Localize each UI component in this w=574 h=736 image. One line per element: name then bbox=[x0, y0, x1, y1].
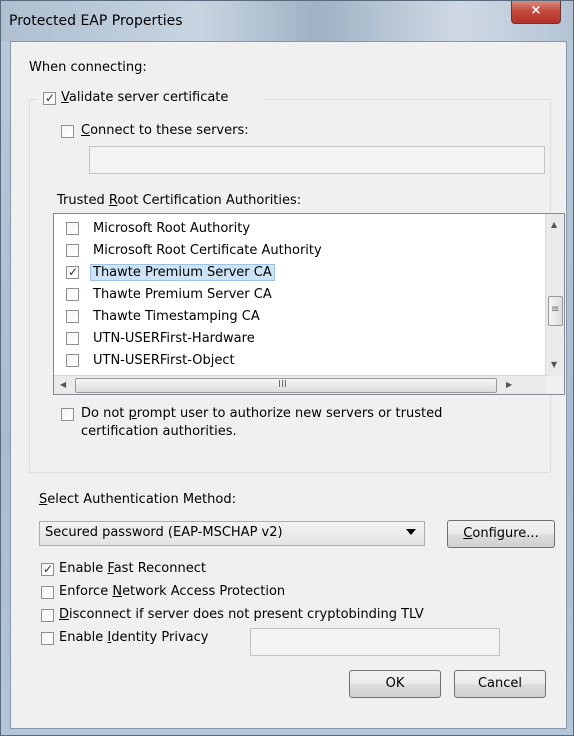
dialog-title: Protected EAP Properties bbox=[9, 13, 183, 29]
scroll-left-icon[interactable]: ◀ bbox=[60, 380, 66, 389]
validate-cert-label: Validate server certificate bbox=[61, 90, 229, 105]
checkmark-icon: ✓ bbox=[68, 265, 79, 279]
no-prompt-label-line2: certification authorities. bbox=[81, 424, 237, 439]
close-button[interactable]: × bbox=[511, 1, 561, 24]
no-prompt-checkbox[interactable] bbox=[61, 408, 74, 421]
nap-option[interactable]: Enforce Network Access Protection bbox=[39, 583, 339, 603]
close-icon: × bbox=[530, 3, 542, 18]
checkmark-icon: ✓ bbox=[43, 562, 54, 576]
list-item-checkbox[interactable] bbox=[66, 354, 79, 367]
list-item-checkbox[interactable] bbox=[66, 310, 79, 323]
list-item[interactable]: Thawte Premium Server CA bbox=[54, 284, 524, 306]
configure-button[interactable]: Configure... bbox=[447, 520, 555, 548]
ok-button[interactable]: OK bbox=[349, 670, 441, 698]
list-item-checkbox[interactable] bbox=[66, 288, 79, 301]
list-item-checkbox[interactable] bbox=[66, 244, 79, 257]
scroll-right-icon[interactable]: ▶ bbox=[506, 380, 512, 389]
grip-icon: ≡ bbox=[551, 304, 560, 315]
list-item-label: Microsoft Root Certificate Authority bbox=[93, 243, 322, 258]
validate-cert-checkbox[interactable]: ✓ bbox=[43, 91, 56, 105]
cancel-button[interactable]: Cancel bbox=[454, 670, 546, 698]
identity-privacy-checkbox[interactable] bbox=[41, 632, 54, 645]
identity-privacy-option[interactable]: Enable Identity Privacy bbox=[39, 629, 239, 649]
horizontal-scroll-thumb[interactable]: III bbox=[75, 378, 497, 393]
list-item[interactable]: ✓ Thawte Premium Server CA bbox=[54, 262, 524, 284]
scroll-down-icon[interactable]: ▼ bbox=[551, 360, 557, 369]
dialog-window: Protected EAP Properties × When connecti… bbox=[0, 0, 574, 736]
identity-privacy-input[interactable] bbox=[250, 628, 500, 656]
vertical-scrollbar[interactable]: ▲ ≡ ▼ bbox=[545, 214, 564, 376]
connect-servers-label: Connect to these servers: bbox=[81, 123, 249, 138]
list-item[interactable]: UTN-USERFirst-Object bbox=[54, 350, 524, 372]
scrollbar-corner bbox=[546, 376, 564, 394]
list-item-label: UTN-USERFirst-Hardware bbox=[93, 331, 255, 346]
identity-privacy-label: Enable Identity Privacy bbox=[59, 630, 209, 645]
auth-method-select[interactable]: Secured password (EAP-MSCHAP v2) bbox=[39, 521, 425, 546]
connect-servers-option[interactable]: Connect to these servers: bbox=[57, 122, 317, 142]
list-item-checkbox[interactable]: ✓ bbox=[66, 265, 79, 279]
checkmark-icon: ✓ bbox=[45, 91, 56, 105]
fast-reconnect-option[interactable]: ✓ Enable Fast Reconnect bbox=[39, 560, 259, 580]
validate-cert-option[interactable]: ✓ Validate server certificate bbox=[37, 89, 263, 109]
cryptobinding-option[interactable]: Disconnect if server does not present cr… bbox=[39, 606, 499, 626]
cryptobinding-label: Disconnect if server does not present cr… bbox=[59, 607, 424, 622]
chevron-down-icon bbox=[406, 529, 416, 535]
scroll-up-icon[interactable]: ▲ bbox=[551, 220, 557, 229]
connect-servers-checkbox[interactable] bbox=[61, 125, 74, 138]
list-item[interactable]: Microsoft Root Certificate Authority bbox=[54, 240, 524, 262]
auth-method-value: Secured password (EAP-MSCHAP v2) bbox=[45, 525, 283, 540]
horizontal-scrollbar[interactable]: ◀ III ▶ bbox=[54, 375, 547, 394]
list-item-label: Microsoft Root Authority bbox=[93, 221, 251, 236]
list-item[interactable]: Microsoft Root Authority bbox=[54, 218, 524, 240]
trusted-root-label: Trusted Root Certification Authorities: bbox=[57, 193, 302, 208]
vertical-scroll-thumb[interactable]: ≡ bbox=[548, 296, 563, 326]
list-item-label: Thawte Premium Server CA bbox=[90, 264, 275, 281]
nap-checkbox[interactable] bbox=[41, 586, 54, 599]
list-item-label: Thawte Premium Server CA bbox=[93, 287, 272, 302]
fast-reconnect-label: Enable Fast Reconnect bbox=[59, 561, 206, 576]
list-item[interactable]: Thawte Timestamping CA bbox=[54, 306, 524, 328]
cryptobinding-checkbox[interactable] bbox=[41, 609, 54, 622]
grip-icon: III bbox=[278, 379, 287, 390]
servers-input[interactable] bbox=[89, 146, 545, 174]
trusted-root-list[interactable]: Microsoft Root Authority Microsoft Root … bbox=[53, 213, 565, 395]
dialog-client-area: When connecting: ✓ Validate server certi… bbox=[10, 41, 567, 729]
title-bar[interactable]: Protected EAP Properties × bbox=[1, 1, 573, 41]
no-prompt-option[interactable]: Do not prompt user to authorize new serv… bbox=[57, 404, 527, 444]
list-item[interactable]: UTN-USERFirst-Hardware bbox=[54, 328, 524, 350]
list-item-label: Thawte Timestamping CA bbox=[93, 309, 260, 324]
no-prompt-label: Do not prompt user to authorize new serv… bbox=[81, 406, 443, 421]
list-item-checkbox[interactable] bbox=[66, 222, 79, 235]
list-item-checkbox[interactable] bbox=[66, 332, 79, 345]
auth-method-label: Select Authentication Method: bbox=[39, 492, 236, 507]
fast-reconnect-checkbox[interactable]: ✓ bbox=[41, 562, 54, 576]
nap-label: Enforce Network Access Protection bbox=[59, 584, 286, 599]
when-connecting-label: When connecting: bbox=[29, 60, 147, 75]
list-item-label: UTN-USERFirst-Object bbox=[93, 353, 235, 368]
